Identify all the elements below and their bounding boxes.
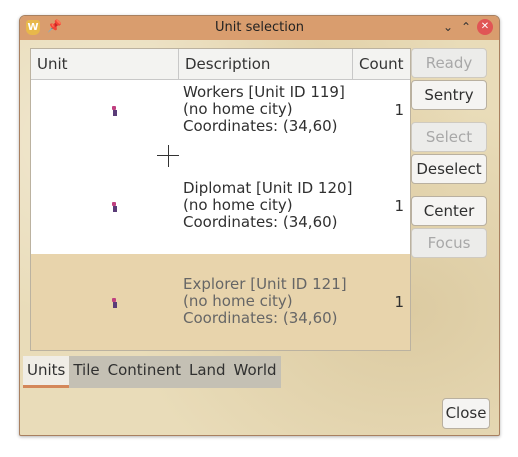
deselect-button[interactable]: Deselect: [411, 154, 487, 184]
unit-selection-dialog: W 📌 Unit selection ⌄ ⌃ ✕ Unit Descriptio…: [19, 15, 500, 436]
unit-description: Explorer [Unit ID 121] (no home city) Co…: [183, 275, 347, 327]
window-title: Unit selection: [214, 20, 305, 35]
select-button[interactable]: Select: [411, 122, 487, 152]
unit-table: Unit Description Count Workers [Unit ID …: [30, 48, 411, 351]
tab-continent[interactable]: Continent: [104, 356, 185, 388]
workers-unit-icon: [111, 106, 119, 116]
table-header: Unit Description Count: [31, 49, 410, 80]
diplomat-unit-icon: [111, 202, 119, 212]
tab-land[interactable]: Land: [185, 356, 230, 388]
tab-tile[interactable]: Tile: [69, 356, 103, 388]
table-row[interactable]: Workers [Unit ID 119] (no home city) Coo…: [31, 80, 410, 176]
column-header-unit[interactable]: Unit: [31, 49, 179, 79]
close-button[interactable]: Close: [442, 398, 490, 429]
crosshair-cursor-icon: [157, 145, 179, 167]
minimize-icon[interactable]: ⌄: [440, 19, 456, 35]
tab-bar: Units Tile Continent Land World: [23, 356, 281, 388]
title-bar[interactable]: W 📌 Unit selection ⌄ ⌃ ✕: [20, 16, 499, 40]
maximize-icon[interactable]: ⌃: [458, 19, 474, 35]
center-button[interactable]: Center: [411, 196, 487, 226]
close-icon[interactable]: ✕: [477, 19, 493, 35]
explorer-unit-icon: [111, 298, 119, 308]
unit-count: 1: [394, 197, 404, 215]
unit-description: Diplomat [Unit ID 120] (no home city) Co…: [183, 179, 353, 231]
unit-count: 1: [394, 101, 404, 119]
ready-button[interactable]: Ready: [411, 48, 487, 78]
sentry-button[interactable]: Sentry: [411, 80, 487, 110]
tab-units[interactable]: Units: [23, 356, 70, 388]
focus-button[interactable]: Focus: [411, 228, 487, 258]
table-row-selected[interactable]: Explorer [Unit ID 121] (no home city) Co…: [31, 254, 410, 350]
column-header-count[interactable]: Count: [353, 49, 410, 79]
unit-count: 1: [394, 293, 404, 311]
column-header-description[interactable]: Description: [179, 49, 353, 79]
tab-world[interactable]: World: [230, 356, 281, 388]
unit-description: Workers [Unit ID 119] (no home city) Coo…: [183, 83, 345, 135]
